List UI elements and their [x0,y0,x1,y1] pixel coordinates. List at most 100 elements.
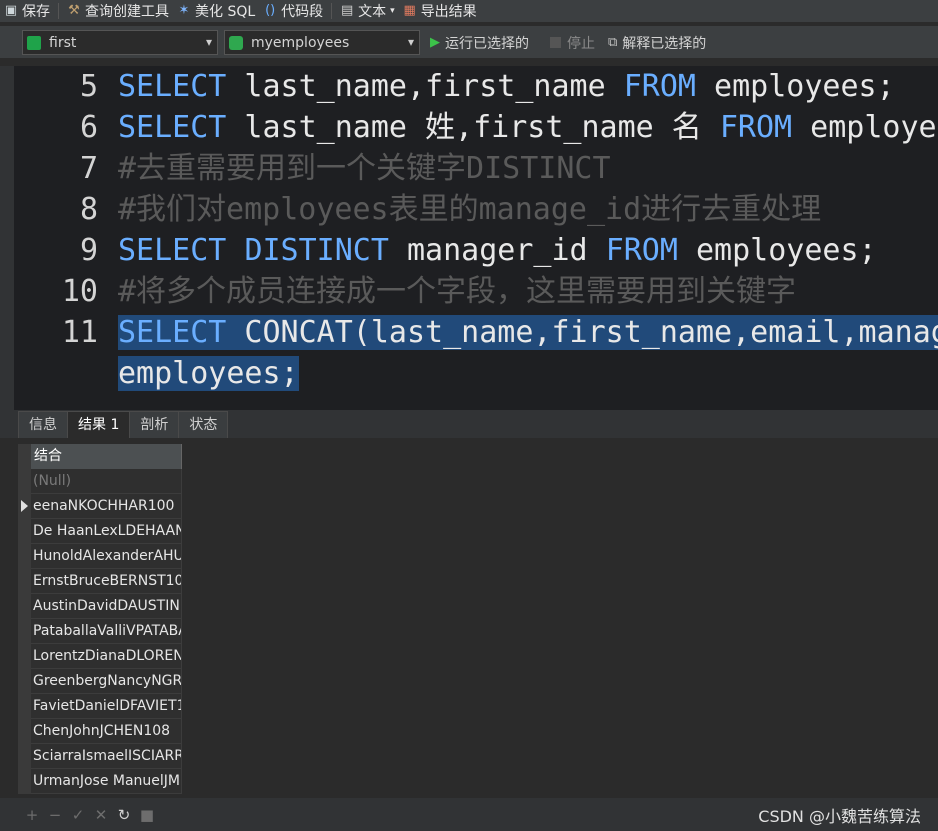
explain-selected-button[interactable]: ⧉ 解释已选择的 [608,30,706,55]
stop-button[interactable]: 停止 [550,30,595,55]
save-icon: ▣ [4,3,18,18]
document-icon: ▤ [341,3,354,18]
refresh-icon[interactable]: ↻ [114,805,134,825]
line-number: 11 [61,315,98,350]
tab-profile[interactable]: 剖析 [129,411,180,438]
database-value: myemployees [251,34,350,51]
line-number: 10 [61,274,98,309]
table-cell[interactable]: FavietDanielDFAVIET108 [31,694,182,719]
code-snippet-button[interactable]: () 代码段 [259,0,327,22]
table-cell[interactable]: LorentzDianaDLORENTZ103 [31,644,182,669]
code-text: employees; [118,353,299,394]
sql-comment: #去重需要用到一个关键字DISTINCT [118,151,611,186]
beautify-sql-button[interactable]: ✶ 美化 SQL [173,0,259,22]
sql-keyword: DISTINCT [244,233,389,268]
query-builder-button[interactable]: ⚒ 查询创建工具 [63,0,173,22]
code-token: employees; [677,233,877,268]
code-text: SELECT CONCAT(last_name,first_name,email… [118,312,938,353]
code-line[interactable]: 8 #我们对employees表里的manage_id进行去重处理 [14,189,938,230]
table-cell[interactable]: PataballaValliVPATABAL103 [31,619,182,644]
code-line[interactable]: 6 SELECT last_name 姓,first_name 名 FROM em… [14,107,938,148]
magic-wand-icon: ✶ [178,3,190,18]
code-text: SELECT last_name 姓,first_name 名 FROM emp… [118,107,938,148]
text-button[interactable]: ▤ 文本 ▾ [336,0,399,22]
export-results-button[interactable]: ▦ 导出结果 [399,0,481,22]
code-token: employees; [118,356,299,391]
table-cell[interactable]: eenaNKOCHHAR100 [31,494,182,519]
code-line[interactable]: 7 #去重需要用到一个关键字DISTINCT [14,148,938,189]
result-grid[interactable]: 结合 (Null) eenaNKOCHHAR100 De HaanLexLDEHAA… [0,438,938,798]
code-token: employees; [695,69,895,104]
table-cell[interactable]: SciarraIsmaelISCIARRA108 [31,744,182,769]
add-row-icon[interactable]: + [22,805,42,825]
current-row-marker-icon [21,500,28,512]
tab-result-1[interactable]: 结果 1 [67,411,131,438]
discard-x-icon[interactable]: ✕ [91,805,111,825]
sql-keyword: SELECT [118,315,227,350]
line-number: 8 [79,192,98,227]
chevron-down-icon: ▾ [407,35,414,49]
toolbar-divider [58,3,59,19]
text-label: 文本 [358,4,387,20]
code-token: employees; [810,110,938,145]
connection-select[interactable]: first ▾ [22,30,218,55]
explain-icon: ⧉ [608,35,618,50]
database-select[interactable]: myemployees ▾ [224,30,420,55]
left-edge [0,66,14,410]
sql-editor[interactable]: 5 SELECT last_name,first_name FROM employ… [14,66,938,410]
code-snippet-label: 代码段 [281,4,324,20]
stop-label: 停止 [567,35,595,52]
table-cell[interactable]: ErnstBruceBERNST103 [31,569,182,594]
table-cell[interactable]: HunoldAlexanderAHUNOLD102 [31,544,182,569]
tab-info[interactable]: 信息 [18,411,68,438]
code-line[interactable]: employees; [14,353,938,394]
stop-square-icon[interactable]: ■ [137,805,157,825]
code-token: last_name,first_name [226,69,624,104]
tab-status[interactable]: 状态 [178,411,229,438]
watermark: CSDN @小魏苦练算法 [758,807,921,826]
run-selected-button[interactable]: ▶ 运行已选择的 [430,30,529,55]
save-button[interactable]: ▣ 保存 [0,0,54,22]
table-cell[interactable]: ChenJohnJCHEN108 [31,719,182,744]
code-token: CONCAT(last_name,first_name,email,manage… [226,315,938,350]
table-cell[interactable]: UrmanJose ManuelJMURMAN108 [31,769,182,794]
code-text: SELECT last_name,first_name FROM employe… [118,66,895,107]
code-line[interactable]: 5 SELECT last_name,first_name FROM employ… [14,66,938,107]
column-header[interactable]: 结合 [31,444,182,469]
result-tabs: 信息 结果 1 剖析 状态 [0,410,938,438]
editor-top-strip [0,58,938,65]
code-text: #我们对employees表里的manage_id进行去重处理 [118,189,821,230]
line-number: 6 [79,110,98,145]
code-text: #去重需要用到一个关键字DISTINCT [118,148,611,189]
query-builder-label: 查询创建工具 [85,4,169,20]
code-line[interactable]: 10 #将多个成员连接成一个字段，这里需要用到关键字 [14,271,938,312]
table-cell[interactable]: (Null) [31,469,182,494]
code-line[interactable]: 9 SELECT DISTINCT manager_id FROM employe… [14,230,938,271]
row-header-column [18,444,31,794]
braces-icon: () [265,3,276,18]
sql-keyword: FROM [719,110,793,145]
code-token: manager_id [388,233,606,268]
sql-keyword: FROM [605,233,678,268]
table-cell[interactable]: GreenbergNancyNGREENBE101 [31,669,182,694]
sql-comment: #将多个成员连接成一个字段，这里需要用到关键字 [118,274,797,309]
connection-value: first [49,34,77,51]
play-icon: ▶ [430,35,440,50]
table-cell[interactable]: AustinDavidDAUSTIN103 [31,594,182,619]
apply-check-icon[interactable]: ✓ [68,805,88,825]
sql-comment: #我们对employees表里的manage_id进行去重处理 [118,192,822,227]
database-icon [229,35,243,50]
table-cell[interactable]: De HaanLexLDEHAAN100 [31,519,182,544]
sql-keyword: SELECT [118,233,227,268]
code-token: last_name 姓,first_name 名 [226,110,720,145]
stop-icon [550,37,561,48]
delete-row-icon[interactable]: − [45,805,65,825]
line-number: 5 [79,69,98,104]
sql-keyword: FROM [623,69,696,104]
code-line[interactable]: 11 SELECT CONCAT(last_name,first_name,ema… [14,312,938,353]
line-number: 9 [79,233,98,268]
export-results-label: 导出结果 [420,4,477,20]
sql-keyword: SELECT [118,69,227,104]
line-number: 7 [79,151,98,186]
dropdown-arrow-icon: ▾ [390,6,395,16]
